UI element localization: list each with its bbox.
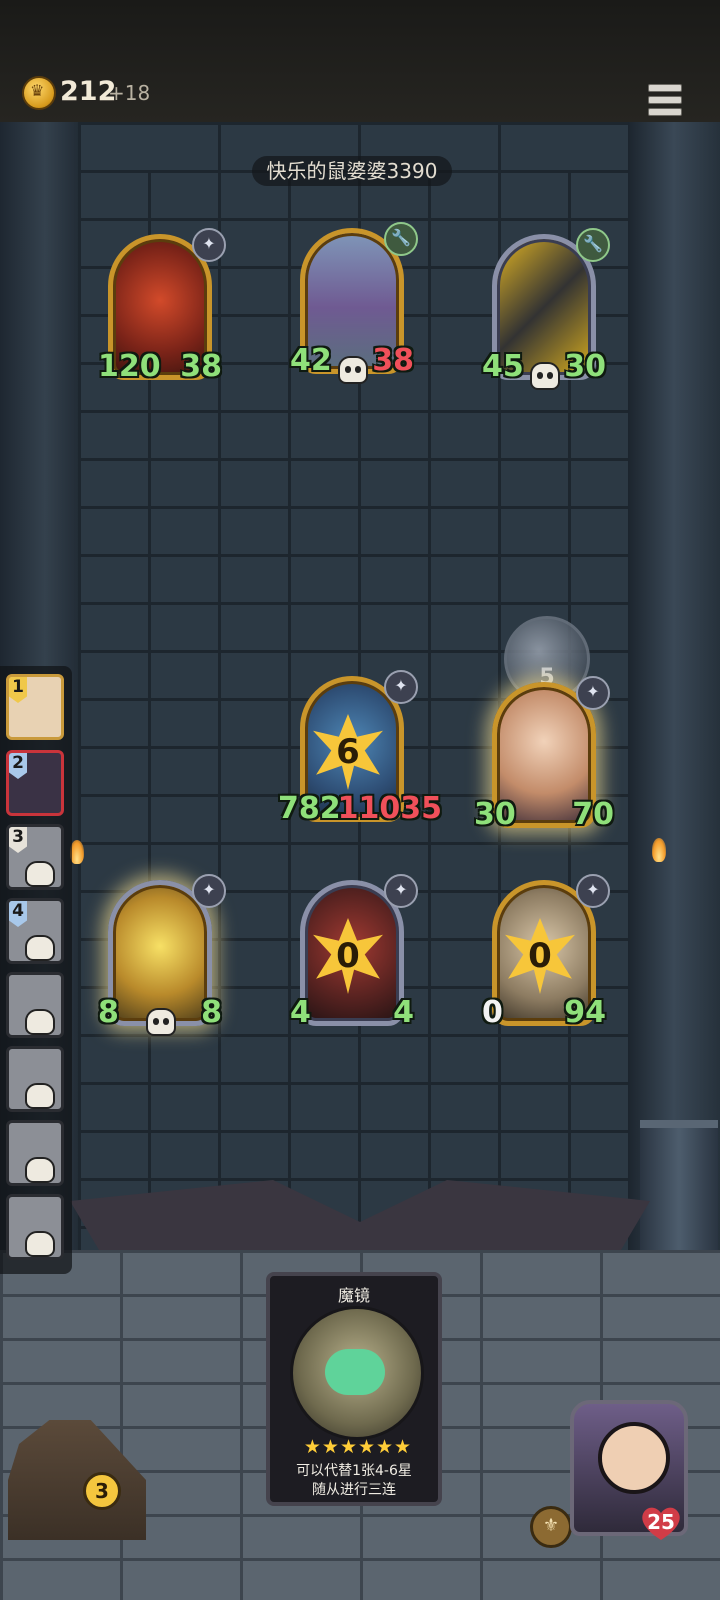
card-desc-line: 随从进行三连 [312, 1482, 396, 1498]
shop-count-badge: 3 [83, 1472, 121, 1510]
skull-icon [25, 1231, 55, 1257]
pillar-base [640, 1120, 718, 1268]
tribe-icon: ✦ [384, 874, 418, 908]
minion-attack: 782 [278, 791, 341, 826]
skull-icon [338, 356, 368, 384]
top-bar: 212 +18 [0, 0, 720, 125]
card-stars: ★★★★★★ [303, 1436, 413, 1458]
upgrade-button[interactable]: ⚜ [530, 1506, 572, 1548]
tribe-icon: ✦ [576, 676, 610, 710]
rank-badge: 2 [9, 753, 27, 779]
skull-icon [25, 1157, 55, 1183]
player-slot[interactable]: 1 [6, 674, 64, 740]
minion-attack: 45 [482, 349, 524, 384]
player-minion[interactable]: ✦ 8 8 [98, 874, 226, 1036]
right-pillar [628, 122, 720, 1262]
menu-bar-icon [648, 84, 682, 92]
minion-health: 30 [564, 349, 606, 384]
wrench-icon: 🔧 [576, 228, 610, 262]
minion-health: 8 [201, 995, 222, 1030]
gold-coin-icon [22, 76, 56, 110]
opponent-name: 快乐的鼠婆婆3390 [252, 156, 452, 186]
player-minion[interactable]: ✦ 30 70 [474, 676, 614, 832]
wrench-icon: 🔧 [384, 222, 418, 256]
minion-attack: 8 [98, 995, 119, 1030]
player-minion[interactable]: 6 ✦ 782 11035 [278, 670, 442, 826]
minion-attack: 30 [474, 797, 516, 832]
opponent-minion[interactable]: 🔧 45 30 [482, 228, 610, 390]
minion-health: 70 [572, 797, 614, 832]
torch-flame-icon [70, 840, 84, 864]
magic-mirror-icon [290, 1306, 424, 1440]
minion-health: 38 [372, 343, 414, 378]
player-slot[interactable] [6, 1194, 64, 1260]
player-slot[interactable]: 2 [6, 750, 64, 816]
skull-icon [146, 1008, 176, 1036]
card-description: 可以代替1张4-6星 随从进行三连 [270, 1462, 438, 1500]
opponent-minion[interactable]: ✦ 120 38 [98, 228, 226, 384]
hand-card[interactable]: 魔镜 ★★★★★★ 可以代替1张4-6星 随从进行三连 [266, 1272, 442, 1506]
minion-attack: 42 [290, 343, 332, 378]
skull-icon [25, 861, 55, 887]
minion-health: 94 [564, 995, 606, 1030]
minion-attack: 0 [482, 995, 503, 1030]
skull-icon [25, 1083, 55, 1109]
menu-button[interactable] [648, 84, 682, 116]
gold-income: +18 [108, 81, 151, 105]
tribe-icon: ✦ [576, 874, 610, 908]
tribe-icon: ✦ [192, 874, 226, 908]
player-slot[interactable] [6, 1120, 64, 1186]
menu-bar-icon [648, 96, 682, 104]
minion-health: 38 [180, 349, 222, 384]
opponent-minion[interactable]: 🔧 42 38 [290, 222, 418, 384]
player-slot[interactable] [6, 972, 64, 1038]
player-list: 1 2 3 4 [0, 666, 72, 1274]
minion-health: 11035 [337, 791, 442, 826]
skull-icon [530, 362, 560, 390]
tribe-icon: ✦ [192, 228, 226, 262]
minion-health: 4 [393, 995, 414, 1030]
minion-attack: 120 [98, 349, 161, 384]
menu-bar-icon [648, 108, 682, 116]
skull-icon [25, 935, 55, 961]
player-slot[interactable] [6, 1046, 64, 1112]
skull-icon [25, 1009, 55, 1035]
tribe-icon: ✦ [384, 670, 418, 704]
player-minion[interactable]: 0 ✦ 4 4 [290, 874, 418, 1030]
rank-badge: 1 [9, 677, 27, 703]
hero-avatar [598, 1422, 670, 1494]
rank-badge: 4 [9, 901, 27, 927]
card-title: 魔镜 [337, 1286, 370, 1305]
player-slot[interactable]: 4 [6, 898, 64, 964]
card-desc-line: 可以代替1张4-6星 [296, 1463, 412, 1479]
torch-flame-icon [652, 838, 666, 862]
player-minion[interactable]: 0 ✦ 0 94 [482, 874, 610, 1030]
player-slot[interactable]: 3 [6, 824, 64, 890]
rank-badge: 3 [9, 827, 27, 853]
minion-attack: 4 [290, 995, 311, 1030]
